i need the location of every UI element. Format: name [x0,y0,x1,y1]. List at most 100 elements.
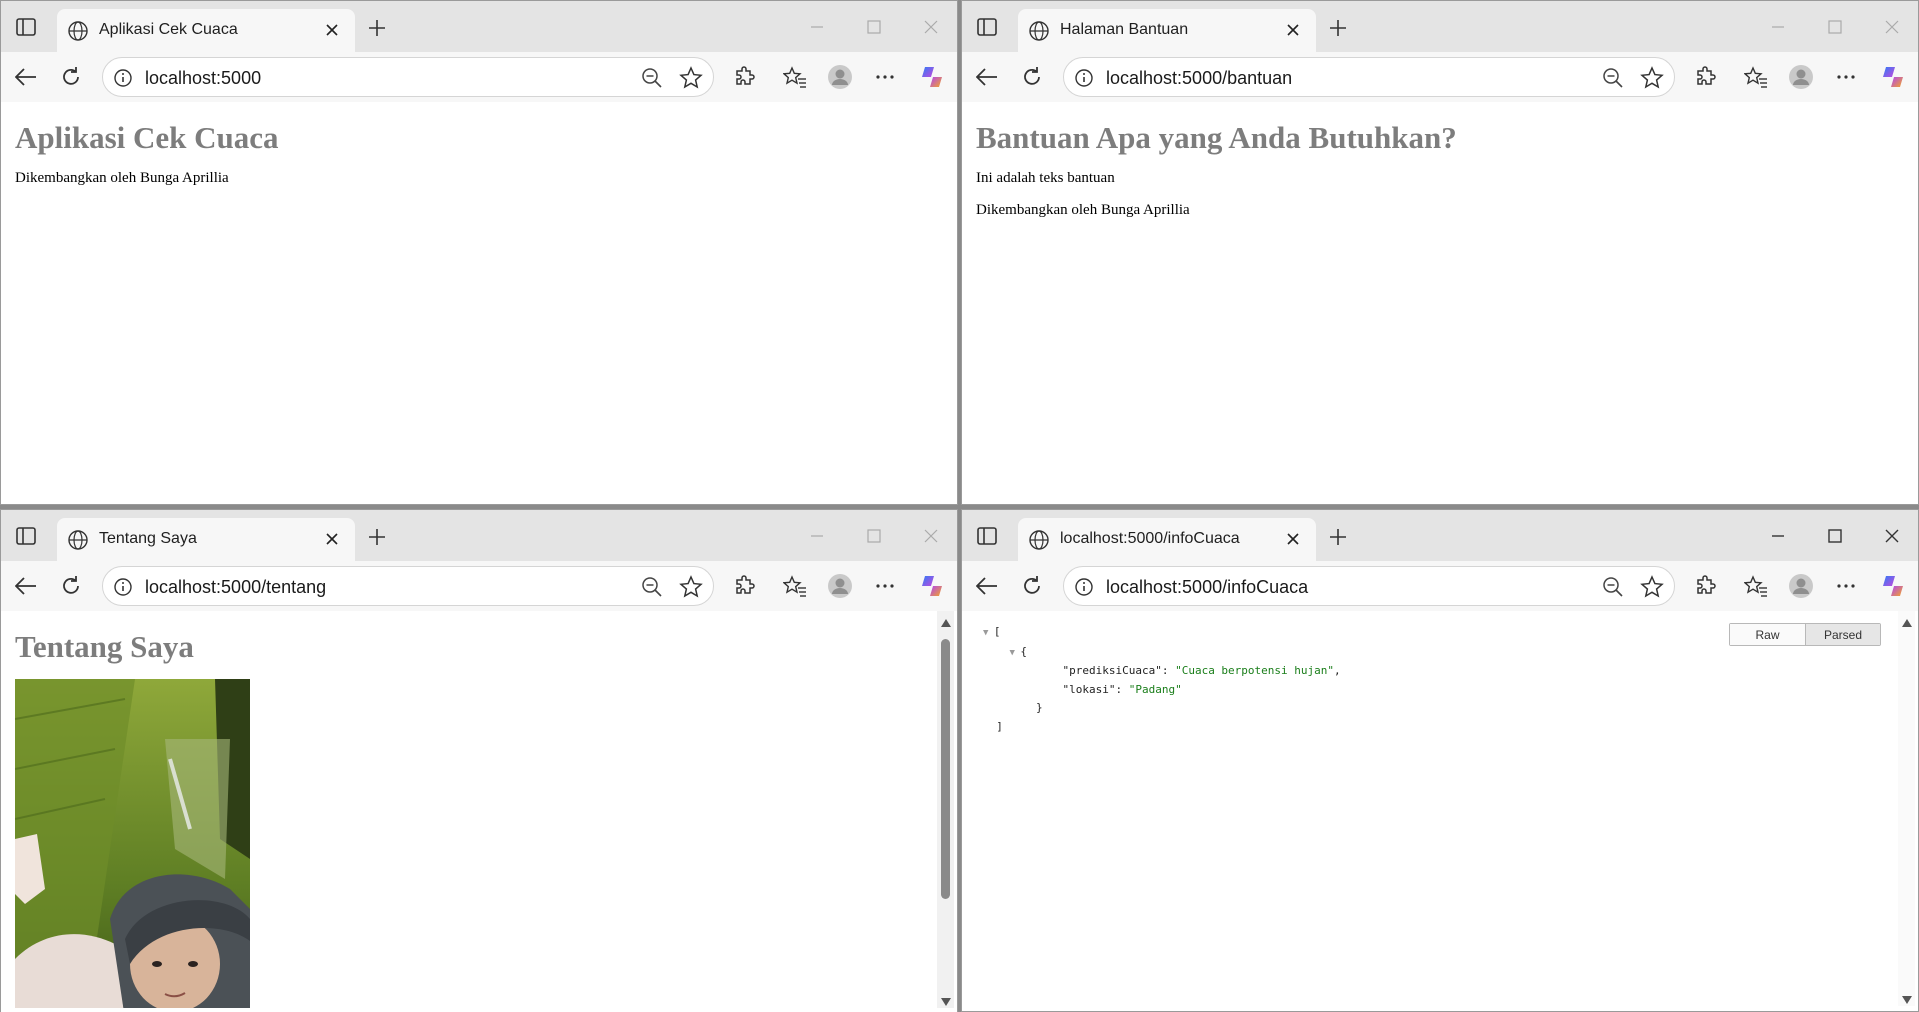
scroll-down-icon[interactable] [941,998,951,1006]
more-icon[interactable] [1833,64,1859,90]
parsed-button[interactable]: Parsed [1805,624,1880,645]
info-icon[interactable] [1074,577,1094,597]
star-icon[interactable] [679,575,703,599]
vertical-scrollbar[interactable] [1898,611,1915,1006]
tab-active[interactable]: Tentang Saya [57,518,355,561]
close-icon[interactable] [321,19,343,41]
globe-icon [1029,21,1049,41]
info-icon[interactable] [113,68,133,88]
star-icon[interactable] [1640,575,1664,599]
zoom-out-icon[interactable] [1602,67,1624,89]
tab-bar: localhost:5000/infoCuaca [962,510,1918,561]
star-icon[interactable] [679,66,703,90]
close-icon[interactable] [1282,19,1304,41]
copilot-icon[interactable] [1880,64,1906,90]
favorites-icon[interactable] [782,64,808,90]
copilot-icon[interactable] [919,573,945,599]
view-toggle: Raw Parsed [1729,623,1881,646]
json-key: "prediksiCuaca" [1062,664,1162,677]
plus-icon[interactable] [1326,16,1350,40]
collapse-triangle-icon[interactable]: ▼ [1010,648,1021,658]
sidebar-icon[interactable] [15,17,37,37]
back-arrow-icon[interactable] [13,573,39,599]
toolbar: localhost:5000/bantuan [962,52,1918,102]
page-content: ▼ [ ▼ { "prediksiCuaca": "Cuaca berpoten… [967,611,1915,1006]
address-bar[interactable]: localhost:5000 [102,57,714,97]
back-arrow-icon[interactable] [974,573,1000,599]
back-arrow-icon[interactable] [13,64,39,90]
window-close-icon[interactable] [1878,522,1906,550]
back-arrow-icon[interactable] [974,64,1000,90]
window-close-icon[interactable] [917,13,945,41]
maximize-icon[interactable] [1821,13,1849,41]
more-icon[interactable] [872,573,898,599]
tab-title: Halaman Bantuan [1060,21,1189,38]
sidebar-icon[interactable] [976,526,998,546]
address-bar[interactable]: localhost:5000/tentang [102,566,714,606]
favorites-icon[interactable] [1743,64,1769,90]
help-text: Ini adalah teks bantuan [976,170,1115,186]
json-close-brace: } [1035,701,1043,714]
minimize-icon[interactable] [803,522,831,550]
tab-active[interactable]: localhost:5000/infoCuaca [1018,518,1316,561]
reload-icon[interactable] [58,573,84,599]
profile-icon[interactable] [1788,573,1814,599]
browser-window-about: Tentang Saya localhost:5000/tentang Tent… [0,509,958,1012]
tab-active[interactable]: Halaman Bantuan [1018,9,1316,52]
tab-bar: Aplikasi Cek Cuaca [1,1,957,52]
scroll-down-icon[interactable] [1902,996,1912,1004]
favorites-icon[interactable] [782,573,808,599]
puzzle-icon[interactable] [1693,64,1719,90]
vertical-scrollbar[interactable] [937,611,954,1008]
reload-icon[interactable] [1019,573,1045,599]
maximize-icon[interactable] [860,13,888,41]
maximize-icon[interactable] [860,522,888,550]
more-icon[interactable] [872,64,898,90]
sidebar-icon[interactable] [15,526,37,546]
favorites-icon[interactable] [1743,573,1769,599]
close-icon[interactable] [321,528,343,550]
zoom-out-icon[interactable] [641,67,663,89]
zoom-out-icon[interactable] [1602,576,1624,598]
puzzle-icon[interactable] [1693,573,1719,599]
puzzle-icon[interactable] [732,64,758,90]
more-icon[interactable] [1833,573,1859,599]
address-bar[interactable]: localhost:5000/infoCuaca [1063,566,1675,606]
raw-button[interactable]: Raw [1730,624,1805,645]
plus-icon[interactable] [1326,525,1350,549]
info-icon[interactable] [1074,68,1094,88]
url-text: localhost:5000/bantuan [1106,68,1293,88]
tab-active[interactable]: Aplikasi Cek Cuaca [57,9,355,52]
minimize-icon[interactable] [1764,13,1792,41]
collapse-triangle-icon[interactable]: ▼ [983,628,994,638]
plus-icon[interactable] [365,525,389,549]
star-icon[interactable] [1640,66,1664,90]
copilot-icon[interactable] [1880,573,1906,599]
plus-icon[interactable] [365,16,389,40]
window-close-icon[interactable] [917,522,945,550]
puzzle-icon[interactable] [732,573,758,599]
browser-window-help: Halaman Bantuan localhost:5000/bantuan B… [961,0,1919,505]
info-icon[interactable] [113,577,133,597]
scrollbar-thumb[interactable] [941,639,950,899]
profile-icon[interactable] [827,64,853,90]
close-icon[interactable] [1282,528,1304,550]
minimize-icon[interactable] [1764,522,1792,550]
globe-icon [68,530,88,550]
zoom-out-icon[interactable] [641,576,663,598]
profile-icon[interactable] [1788,64,1814,90]
browser-window-weather-json: localhost:5000/infoCuaca localhost:5000/… [961,509,1919,1012]
profile-icon[interactable] [827,573,853,599]
address-bar[interactable]: localhost:5000/bantuan [1063,57,1675,97]
minimize-icon[interactable] [803,13,831,41]
scroll-up-icon[interactable] [1902,619,1912,627]
window-close-icon[interactable] [1878,13,1906,41]
sidebar-icon[interactable] [976,17,998,37]
reload-icon[interactable] [58,64,84,90]
toolbar: localhost:5000/infoCuaca [962,561,1918,611]
scroll-up-icon[interactable] [941,619,951,627]
profile-photo [15,679,250,1008]
copilot-icon[interactable] [919,64,945,90]
reload-icon[interactable] [1019,64,1045,90]
maximize-icon[interactable] [1821,522,1849,550]
